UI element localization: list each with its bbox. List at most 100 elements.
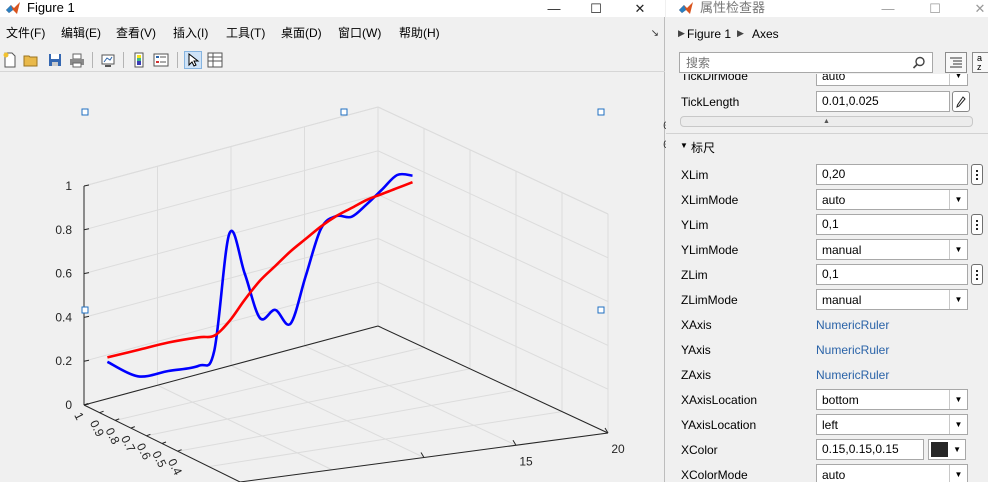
property-input[interactable]: 0.01,0.025 (816, 91, 950, 112)
property-select[interactable]: auto ▼ (816, 74, 968, 86)
print-icon[interactable] (68, 51, 86, 69)
grid-line (377, 237, 609, 346)
save-icon[interactable] (46, 51, 64, 69)
minimize-button[interactable]: — (536, 0, 572, 17)
selection-handle[interactable] (81, 306, 89, 314)
grid-line (177, 389, 517, 452)
plot-series (106, 172, 413, 378)
property-input[interactable]: 0,1 (816, 214, 968, 235)
legend-icon[interactable] (152, 51, 170, 69)
selection-handle[interactable] (597, 306, 605, 314)
x-tick-label: 15 (519, 454, 533, 468)
more-options-icon[interactable] (971, 214, 983, 235)
expand-triangle-icon[interactable]: ▼ (680, 141, 688, 150)
menu-help[interactable]: 帮助(H) (399, 26, 440, 40)
sort-alpha-icon: a z (977, 53, 983, 72)
maximize-button[interactable]: ☐ (917, 0, 953, 17)
open-file-icon[interactable] (22, 51, 40, 69)
selection-handle[interactable] (81, 108, 89, 116)
collapse-bar[interactable]: ▲ (680, 116, 973, 127)
dropdown-arrow-icon[interactable]: ▼ (949, 240, 967, 259)
dropdown-arrow-icon[interactable]: ▼ (949, 415, 967, 434)
dropdown-arrow-icon[interactable]: ▼ (949, 465, 967, 482)
axes-box[interactable]: 00.20.40.60.81 10.90.80.70.60.50.4 1520 (55, 106, 625, 482)
property-label: ZAxis (681, 368, 711, 382)
property-value: auto (822, 74, 846, 83)
property-select[interactable]: manual ▼ (816, 289, 968, 310)
menu-file[interactable]: 文件(F) (6, 26, 45, 40)
search-input[interactable] (686, 55, 906, 71)
close-button[interactable]: ✕ (622, 0, 658, 17)
breadcrumb-figure[interactable]: Figure 1 (687, 27, 731, 41)
dropdown-arrow-icon[interactable]: ▼ (949, 290, 967, 309)
property-select[interactable]: left ▼ (816, 414, 968, 435)
property-inspector-icon[interactable] (206, 51, 224, 69)
figure-window: Figure 1 — ☐ ✕ 文件(F) 编辑(E) 查看(V) 插入(I) 工… (0, 0, 665, 482)
colorbar-icon[interactable] (130, 51, 148, 69)
property-input[interactable]: 0,1 (816, 264, 968, 285)
menu-overflow-icon[interactable]: ↘ (651, 28, 659, 39)
more-options-icon[interactable] (971, 264, 983, 285)
property-value: bottom (822, 393, 859, 407)
menu-view[interactable]: 查看(V) (116, 26, 156, 40)
pointer-icon[interactable] (184, 51, 202, 69)
property-row-zlimmode: ZLimMode manual ▼ (666, 287, 988, 312)
z-tick-mark (83, 272, 90, 275)
y-tick-label: 0.9 (87, 418, 107, 440)
property-row-zaxis: ZAxis NumericRuler (666, 362, 988, 387)
minimize-button[interactable]: — (870, 0, 906, 17)
grid-line (208, 411, 563, 468)
selection-handle[interactable] (597, 108, 605, 116)
search-icon[interactable] (912, 56, 926, 70)
property-link[interactable]: NumericRuler (816, 343, 889, 357)
grid-line (377, 194, 609, 303)
property-select[interactable]: manual ▼ (816, 239, 968, 260)
property-input[interactable]: 0,20 (816, 164, 968, 185)
y-axis-ticks: 10.90.80.70.60.50.4 (71, 403, 185, 478)
menu-insert[interactable]: 插入(I) (173, 26, 208, 40)
property-label: YLim (681, 218, 709, 232)
property-row-tickdirmode: TickDirMode auto ▼ (666, 74, 988, 88)
dropdown-arrow-icon[interactable]: ▼ (949, 190, 967, 209)
property-input[interactable]: 0.15,0.15,0.15 (816, 439, 924, 460)
property-link[interactable]: NumericRuler (816, 368, 889, 382)
color-picker-button[interactable]: ▼ (928, 439, 966, 460)
property-select[interactable]: auto ▼ (816, 189, 968, 210)
more-options-icon[interactable] (971, 164, 983, 185)
property-label: YLimMode (681, 243, 739, 257)
menu-edit[interactable]: 编辑(E) (61, 26, 101, 40)
section-header-rulers[interactable]: ▼ 标尺 (666, 133, 988, 157)
property-row-xlim: XLim 0,20 (666, 162, 988, 187)
z-tick-label: 0.6 (55, 267, 72, 281)
breadcrumb-axes[interactable]: Axes (752, 27, 779, 41)
maximize-button[interactable]: ☐ (578, 0, 614, 17)
close-button[interactable]: ✕ (962, 0, 988, 17)
property-select[interactable]: bottom ▼ (816, 389, 968, 410)
selection-handle[interactable] (340, 108, 348, 116)
link-plot-icon[interactable] (99, 51, 117, 69)
property-select[interactable]: auto ▼ (816, 464, 968, 482)
menu-tools[interactable]: 工具(T) (226, 26, 265, 40)
search-box[interactable] (679, 52, 933, 73)
dropdown-arrow-icon[interactable]: ▼ (949, 74, 967, 85)
property-label: TickLength (681, 95, 740, 109)
dropdown-arrow-icon[interactable]: ▼ (949, 390, 967, 409)
z-tick-mark (83, 228, 90, 231)
z-tick-label: 0.2 (55, 354, 72, 368)
grid-line (157, 384, 333, 471)
new-figure-icon[interactable] (1, 51, 19, 69)
property-label: YAxis (681, 343, 711, 357)
z-tick-mark (83, 359, 90, 362)
menu-window[interactable]: 窗口(W) (338, 26, 381, 40)
pencil-icon[interactable] (952, 91, 970, 112)
sort-alpha-button[interactable]: a z (972, 52, 988, 73)
property-value: left (822, 418, 839, 432)
toolbar-separator (92, 52, 93, 68)
property-list: TickDirMode auto ▼ TickLength 0.01,0.025… (666, 74, 988, 482)
menu-desktop[interactable]: 桌面(D) (281, 26, 322, 40)
property-link[interactable]: NumericRuler (816, 318, 889, 332)
grid-line (146, 368, 471, 437)
box-edge (377, 106, 609, 215)
grouped-view-button[interactable] (945, 52, 967, 73)
figure-canvas[interactable]: 00.20.40.60.81 10.90.80.70.60.50.4 1520 (0, 74, 665, 482)
